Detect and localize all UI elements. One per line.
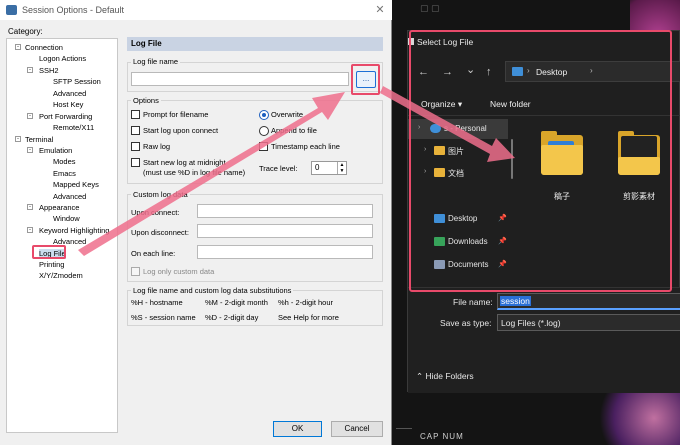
collapse-icon[interactable]: - [27,204,33,210]
background-window-controls-icon: ▢ ▢ [420,3,440,13]
save-as-type-label: Save as type: [440,318,492,328]
tree-item-xyzmodem[interactable]: X/Y/Zmodem [39,271,83,281]
append-to-file-radio[interactable] [259,126,269,136]
collapse-icon[interactable]: - [27,67,33,73]
subst-day: %D - 2-digit day [205,313,259,322]
start-new-log-note: (must use %D in log file name) [143,168,246,177]
start-new-log-checkbox[interactable] [131,158,140,167]
tree-item-ssh2[interactable]: SSH2 [39,66,59,76]
file-name-label: File name: [453,297,493,307]
prompt-for-filename-label: Prompt for filename [143,110,209,119]
panel-header: Log File [127,37,383,51]
tree-item-port-forwarding[interactable]: Port Forwarding [39,112,92,122]
tree-item-appearance[interactable]: Appearance [39,203,79,213]
tree-item-logon-actions[interactable]: Logon Actions [39,54,86,64]
file-name-value: session [500,296,531,306]
hide-folders-button[interactable]: ⌃ Hide Folders [416,371,474,382]
timestamp-each-line-label: Timestamp each line [271,142,340,151]
start-log-upon-connect-label: Start log upon connect [143,126,219,135]
raw-log-label: Raw log [143,142,171,151]
collapse-icon[interactable]: - [27,227,33,233]
trace-level-value: 0 [315,163,320,172]
subst-hostname: %H - hostname [131,298,183,307]
upon-connect-input[interactable] [197,204,373,218]
log-file-highlight [32,245,66,259]
window-title: Session Options - Default [22,5,125,15]
upon-disconnect-label: Upon disconnect: [131,228,189,237]
keyboard-indicators: CAP NUM [420,432,464,441]
collapse-icon[interactable]: - [27,113,33,119]
prompt-for-filename-checkbox[interactable] [131,110,140,119]
tree-item-connection[interactable]: Connection [25,43,63,53]
upon-disconnect-input[interactable] [197,224,373,238]
save-as-type-value: Log Files (*.log) [501,318,561,328]
substitutions-label: Log file name and custom log data substi… [131,286,294,295]
close-button[interactable]: ✕ [372,2,388,18]
category-label: Category: [8,27,43,36]
save-as-type-select[interactable]: Log Files (*.log) [497,314,680,331]
tree-item-host-key[interactable]: Host Key [53,100,83,110]
file-name-input[interactable]: session [497,293,680,310]
on-each-line-input[interactable] [197,245,373,259]
ok-button[interactable]: OK [273,421,322,437]
timestamp-each-line-checkbox[interactable] [259,142,268,151]
start-new-log-label: Start new log at midnight [143,158,226,167]
trace-level-label: Trace level: [259,164,298,173]
trace-level-spinner[interactable]: 0 ▲ ▼ [311,161,347,175]
category-tree: - Connection Logon Actions - SSH2 SFTP S… [6,38,118,433]
start-log-upon-connect-checkbox[interactable] [131,126,140,135]
taskbar-edge [396,428,412,445]
tree-item-mapped-keys[interactable]: Mapped Keys [53,180,99,190]
tree-item-ssh2-advanced[interactable]: Advanced [53,89,86,99]
tree-item-printing[interactable]: Printing [39,260,64,270]
cancel-button[interactable]: Cancel [331,421,383,437]
log-file-name-label: Log file name [131,57,181,66]
tree-item-window[interactable]: Window [53,214,80,224]
subst-see-help: See Help for more [278,313,339,322]
tree-item-keyword-highlighting[interactable]: Keyword Highlighting [39,226,109,236]
subst-session: %S - session name [131,313,196,322]
collapse-icon[interactable]: - [27,147,33,153]
collapse-icon[interactable]: - [15,136,21,142]
log-only-custom-checkbox[interactable] [131,267,140,276]
overwrite-radio[interactable] [259,110,269,120]
subst-hour: %h - 2-digit hour [278,298,334,307]
tree-item-terminal[interactable]: Terminal [25,135,53,145]
subst-month: %M - 2-digit month [205,298,268,307]
tree-item-modes[interactable]: Modes [53,157,76,167]
on-each-line-label: On each line: [131,249,176,258]
upon-connect-label: Upon connect: [131,208,180,217]
tree-item-emulation[interactable]: Emulation [39,146,72,156]
options-label: Options [131,96,161,105]
log-only-custom-label: Log only custom data [143,267,215,276]
tree-item-emacs[interactable]: Emacs [53,169,76,179]
file-dialog-highlight [409,30,672,292]
append-to-file-label: Append to file [271,126,317,135]
tree-item-sftp-session[interactable]: SFTP Session [53,77,101,87]
tree-item-remote-x11[interactable]: Remote/X11 [53,123,94,133]
log-file-name-input[interactable] [131,72,349,86]
spin-arrows-icon[interactable]: ▲ ▼ [337,162,346,174]
collapse-icon[interactable]: - [15,44,21,50]
raw-log-checkbox[interactable] [131,142,140,151]
session-options-dialog: Session Options - Default ✕ Category: - … [0,0,392,445]
tree-item-emulation-advanced[interactable]: Advanced [53,192,86,202]
app-icon [6,5,17,15]
browse-highlight [351,64,380,95]
title-bar: Session Options - Default ✕ [0,0,392,20]
overwrite-label: Overwrite [271,110,304,119]
custom-log-data-label: Custom log data [131,190,190,199]
